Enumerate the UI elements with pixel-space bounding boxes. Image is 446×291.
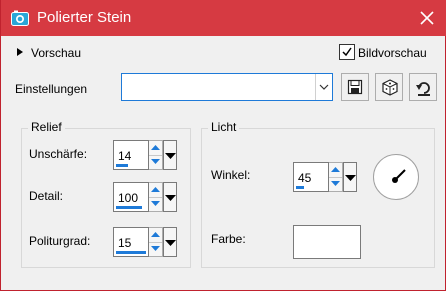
bildvorschau-checkbox[interactable] (339, 44, 355, 60)
floppy-disk-icon (347, 79, 363, 95)
winkel-decrement[interactable] (329, 177, 342, 191)
unschaerfe-value: 14 (118, 149, 132, 163)
preview-label: Vorschau (31, 46, 82, 60)
angle-needle-icon (392, 169, 406, 183)
dice-icon (382, 79, 398, 96)
politurgrad-decrement[interactable] (149, 242, 162, 256)
winkel-indicator (296, 186, 304, 189)
politurgrad-increment[interactable] (149, 228, 162, 243)
politurgrad-value: 15 (118, 236, 132, 250)
winkel-spinbox: 45 (293, 162, 359, 194)
unschaerfe-input[interactable]: 14 (113, 140, 149, 170)
title-bar: Polierter Stein (1, 0, 446, 36)
chevron-down-icon[interactable] (315, 74, 332, 100)
randomize-button[interactable] (375, 73, 403, 101)
unschaerfe-increment[interactable] (149, 141, 162, 156)
winkel-value: 45 (298, 171, 312, 185)
politurgrad-label: Politurgrad: (29, 234, 91, 248)
winkel-input[interactable]: 45 (293, 162, 329, 192)
politurgrad-input[interactable]: 15 (113, 227, 149, 257)
color-swatch[interactable] (293, 225, 361, 259)
angle-dial[interactable] (373, 154, 419, 200)
detail-indicator (116, 206, 142, 209)
politurgrad-slider-popup[interactable] (163, 227, 177, 257)
unschaerfe-label: Unschärfe: (29, 147, 88, 161)
unschaerfe-slider-popup[interactable] (163, 140, 177, 170)
undo-arrow-icon (416, 82, 430, 96)
window-title: Polierter Stein (37, 9, 132, 26)
detail-decrement[interactable] (149, 197, 162, 211)
unschaerfe-spinbox: 14 (113, 140, 179, 172)
politurgrad-indicator (116, 251, 146, 254)
checkmark-icon (342, 47, 352, 57)
politurgrad-spinbox: 15 (113, 227, 179, 259)
detail-slider-popup[interactable] (163, 182, 177, 212)
unschaerfe-decrement[interactable] (149, 155, 162, 169)
licht-group-label: Licht (208, 120, 240, 134)
save-preset-button[interactable] (341, 73, 369, 101)
bildvorschau-label[interactable]: Bildvorschau (358, 46, 427, 60)
triangle-right-icon (17, 48, 23, 56)
farbe-label: Farbe: (211, 232, 246, 246)
detail-value: 100 (118, 191, 139, 205)
winkel-increment[interactable] (329, 163, 342, 178)
settings-label: Einstellungen (15, 82, 88, 96)
close-icon[interactable] (417, 8, 437, 28)
camera-icon (11, 10, 29, 26)
detail-spinbox: 100 (113, 182, 179, 214)
relief-group-label: Relief (28, 120, 65, 134)
unschaerfe-indicator (116, 164, 128, 167)
winkel-label: Winkel: (211, 168, 251, 182)
detail-label: Detail: (29, 189, 64, 203)
dialog-window: Polierter Stein Vorschau Bildvorschau Ei… (0, 0, 446, 291)
detail-increment[interactable] (149, 183, 162, 198)
settings-combobox[interactable] (121, 73, 333, 101)
winkel-slider-popup[interactable] (343, 162, 357, 192)
reset-button[interactable] (409, 73, 437, 101)
detail-input[interactable]: 100 (113, 182, 149, 212)
